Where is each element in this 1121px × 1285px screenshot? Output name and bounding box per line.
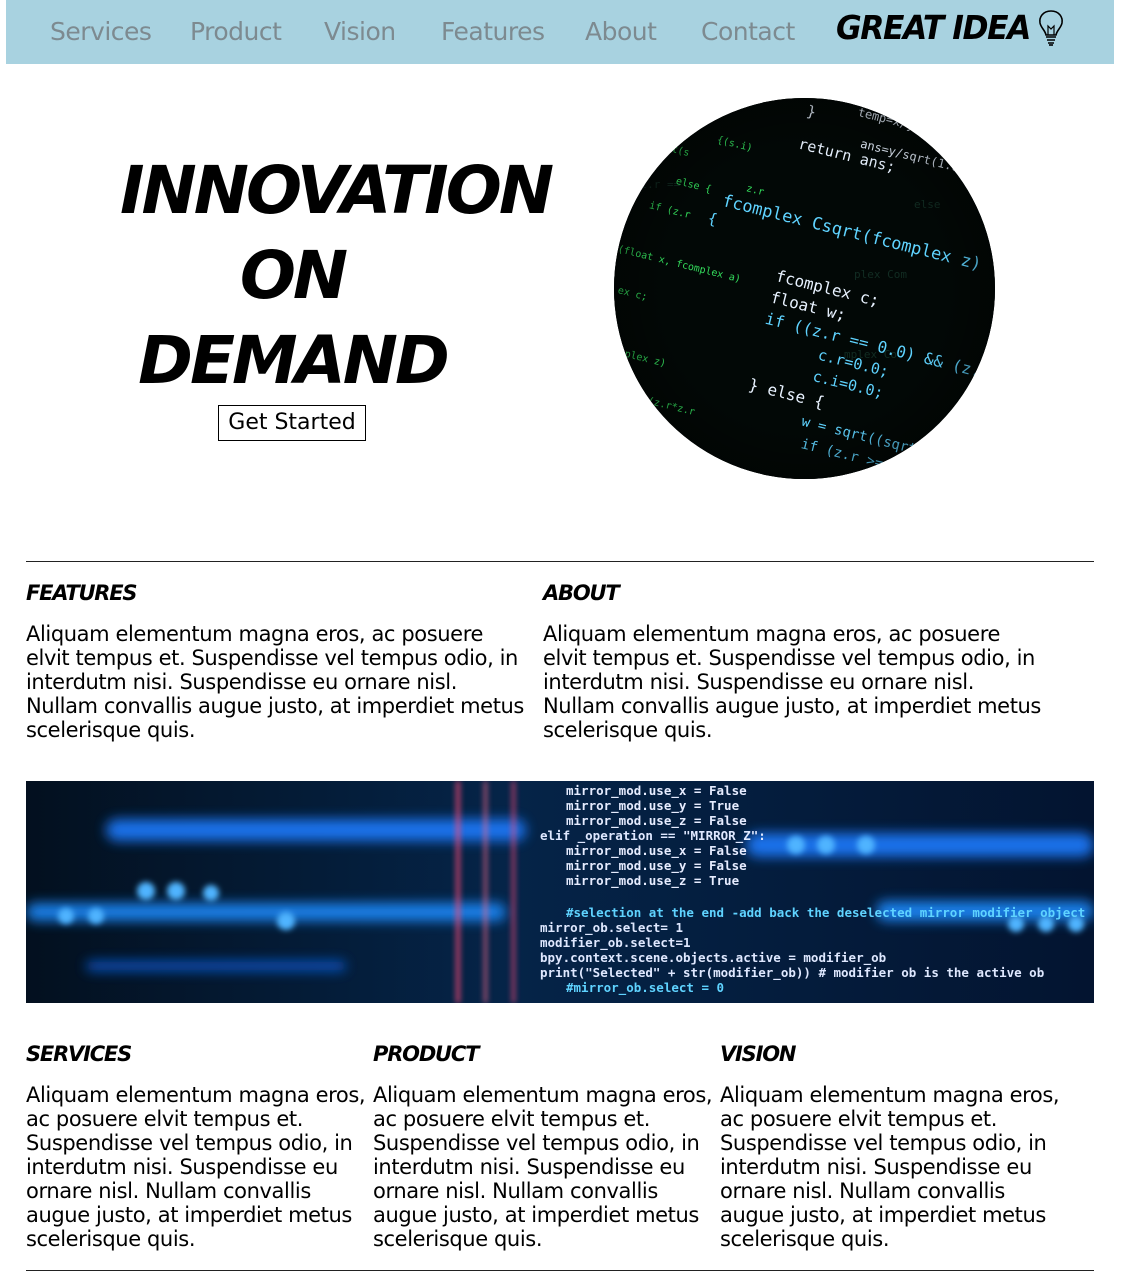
nav-link-features[interactable]: Features	[441, 16, 545, 48]
hero-title: Innovation on Demand	[120, 148, 554, 403]
divider-top	[26, 561, 1094, 562]
banner-code-line: modifier_ob.select=1	[540, 935, 691, 951]
nav-link-vision[interactable]: Vision	[324, 16, 396, 48]
features-heading: Features	[26, 581, 138, 605]
banner-code-line: mirror_mod.use_x = False	[566, 783, 747, 799]
vision-text: Aliquam elementum magna eros, ac posuere…	[720, 1083, 1060, 1251]
services-text: Aliquam elementum magna eros, ac posuere…	[26, 1083, 366, 1251]
banner-code-line: mirror_ob.select= 1	[540, 920, 683, 936]
banner-code-illustration: mirror_mod.use_x = Falsemirror_mod.use_y…	[26, 781, 1094, 1003]
about-text: Aliquam elementum magna eros, ac posuere…	[543, 622, 1041, 742]
nav-link-contact[interactable]: Contact	[701, 16, 795, 48]
banner-code-line: mirror_mod.use_z = True	[566, 873, 740, 889]
about-heading: About	[543, 581, 620, 605]
banner-code-line: mirror_mod.use_y = True	[566, 798, 740, 814]
code-banner-image: mirror_mod.use_x = False mirror_mod.use_y…	[26, 781, 1094, 1003]
hero-code-image: plex Com mplex Co if (z.r == else float …	[614, 98, 995, 479]
nav-link-about[interactable]: About	[585, 16, 657, 48]
banner-code-line: print("Selected" + str(modifier_ob)) # m…	[540, 965, 1044, 981]
nav-link-product[interactable]: Product	[190, 16, 282, 48]
hero-code-illustration: plex Com mplex Co if (z.r == else float …	[614, 98, 995, 479]
product-text: Aliquam elementum magna eros, ac posuere…	[373, 1083, 713, 1251]
banner-code-line: mirror_mod.use_y = False	[566, 858, 747, 874]
services-heading: Services	[26, 1042, 132, 1066]
get-started-button[interactable]: Get Started	[218, 405, 366, 441]
product-heading: Product	[373, 1042, 479, 1066]
banner-code-line: #mirror_ob.select = 0	[566, 980, 724, 996]
divider-bottom	[26, 1270, 1094, 1271]
nav-link-services[interactable]: Services	[50, 16, 152, 48]
lightbulb-icon	[1039, 10, 1064, 46]
banner-code-line: mirror_mod.use_x = False	[566, 843, 747, 859]
banner-code-line: bpy.context.scene.objects.active = modif…	[540, 950, 886, 966]
features-text: Aliquam elementum magna eros, ac posuere…	[26, 622, 524, 742]
banner-code-line: mirror_mod.use_z = False	[566, 813, 747, 829]
vision-heading: Vision	[720, 1042, 796, 1066]
brand-logo[interactable]: GREAT IDEA	[836, 6, 1066, 50]
hero-title-line-1: Innovation	[120, 152, 554, 229]
top-navbar: Services Product Vision Features About C…	[6, 0, 1114, 64]
brand-name: GREAT IDEA	[836, 8, 1031, 47]
banner-code-line: #selection at the end -add back the dese…	[566, 905, 1085, 920]
hero-title-line-2: on	[239, 237, 348, 314]
hero-title-line-3: Demand	[138, 322, 450, 399]
banner-code-line: elif _operation == "MIRROR_Z":	[540, 828, 766, 844]
